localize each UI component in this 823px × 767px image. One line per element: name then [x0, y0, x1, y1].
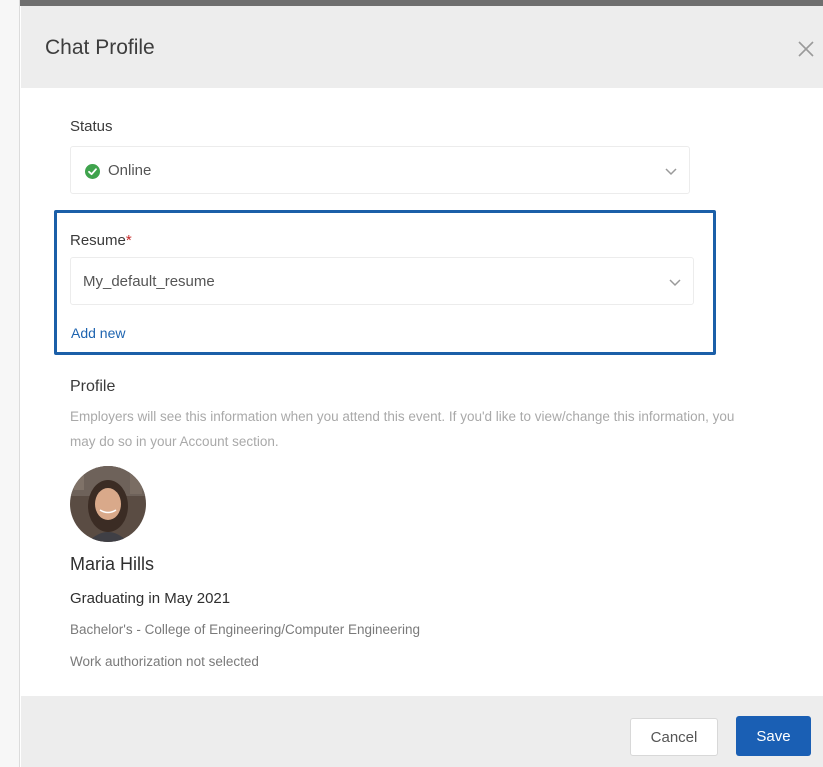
required-mark: * [125, 232, 132, 249]
profile-graduation: Graduating in May 2021 [70, 590, 231, 607]
avatar [70, 466, 146, 542]
check-circle-icon [85, 164, 100, 179]
status-select[interactable]: Online [70, 146, 690, 194]
chevron-down-icon [665, 168, 677, 176]
background-page-edge [0, 0, 20, 767]
resume-select[interactable]: My_default_resume [70, 257, 694, 305]
profile-section-title: Profile [70, 378, 116, 395]
close-button[interactable] [793, 36, 819, 62]
resume-value: My_default_resume [83, 273, 215, 290]
add-new-resume-link[interactable]: Add new [71, 325, 125, 341]
status-value: Online [108, 162, 152, 179]
chevron-down-icon [669, 279, 681, 287]
resume-field-group: Resume* My_default_resume Add new [54, 210, 716, 355]
profile-description: Employers will see this information when… [70, 409, 735, 449]
profile-degree: Bachelor's - College of Engineering/Comp… [70, 622, 421, 637]
avatar-photo [70, 466, 146, 542]
dialog-header: Chat Profile [21, 6, 823, 88]
save-button[interactable]: Save [736, 716, 811, 756]
status-label: Status [70, 118, 113, 135]
dialog-title: Chat Profile [45, 36, 155, 59]
profile-work-authorization: Work authorization not selected [70, 654, 259, 669]
resume-label: Resume* [70, 232, 132, 249]
dialog-footer: Cancel Save [21, 696, 823, 767]
profile-name: Maria Hills [70, 554, 155, 574]
chat-profile-dialog: Chat Profile Status Online Resume* My_de… [21, 6, 823, 767]
close-icon [798, 41, 814, 57]
cancel-button[interactable]: Cancel [630, 718, 718, 756]
